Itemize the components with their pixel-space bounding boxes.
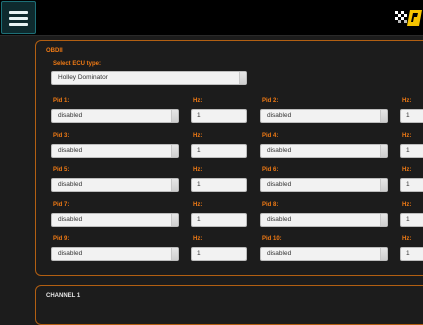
pid-select[interactable]: disabled	[51, 109, 179, 123]
pid-select[interactable]: disabled	[51, 213, 179, 227]
hz-input[interactable]: 1	[191, 178, 247, 192]
ecu-type-label: Select ECU type:	[53, 61, 102, 67]
channel-1-panel: CHANNEL 1	[35, 285, 423, 325]
pid-select[interactable]: disabled	[260, 178, 388, 192]
hamburger-menu-icon[interactable]	[1, 1, 36, 34]
pid-select[interactable]: disabled	[260, 109, 388, 123]
checkered-flag-logo	[395, 10, 422, 26]
hz-label: Hz:	[402, 236, 412, 242]
pid-select[interactable]: disabled	[51, 144, 179, 158]
hz-label: Hz:	[402, 167, 412, 173]
hz-label: Hz:	[402, 202, 412, 208]
menu-bar-line	[9, 23, 28, 26]
hz-input[interactable]: 1	[400, 178, 423, 192]
obdii-panel: OBDII Select ECU type: Holley Dominator …	[35, 40, 423, 276]
pid-select[interactable]: disabled	[51, 178, 179, 192]
hz-input[interactable]: 1	[400, 247, 423, 261]
hz-label: Hz:	[193, 202, 203, 208]
hz-label: Hz:	[402, 133, 412, 139]
top-bar	[0, 0, 423, 36]
hz-input[interactable]: 1	[191, 109, 247, 123]
hz-label: Hz:	[193, 98, 203, 104]
menu-bar-line	[9, 11, 28, 14]
menu-bar-line	[9, 17, 28, 20]
pid-label: Pid 8:	[262, 202, 279, 208]
hz-input[interactable]: 1	[400, 213, 423, 227]
section-title-channel-1: CHANNEL 1	[46, 293, 81, 299]
pid-label: Pid 3:	[53, 133, 70, 139]
pid-label: Pid 1:	[53, 98, 70, 104]
pid-label: Pid 5:	[53, 167, 70, 173]
pid-label: Pid 4:	[262, 133, 279, 139]
pid-label: Pid 6:	[262, 167, 279, 173]
pid-select[interactable]: disabled	[51, 247, 179, 261]
hz-input[interactable]: 1	[400, 109, 423, 123]
section-title-obdii: OBDII	[46, 48, 63, 54]
hz-input[interactable]: 1	[191, 213, 247, 227]
pid-select[interactable]: disabled	[260, 144, 388, 158]
pid-label: Pid 2:	[262, 98, 279, 104]
pid-label: Pid 7:	[53, 202, 70, 208]
pid-label: Pid 9:	[53, 236, 70, 242]
hz-input[interactable]: 1	[191, 144, 247, 158]
ecu-type-select[interactable]: Holley Dominator	[51, 71, 247, 85]
pid-label: Pid 10:	[262, 236, 282, 242]
hz-input[interactable]: 1	[191, 247, 247, 261]
hz-label: Hz:	[193, 133, 203, 139]
hz-label: Hz:	[193, 236, 203, 242]
pid-select[interactable]: disabled	[260, 247, 388, 261]
pid-select[interactable]: disabled	[260, 213, 388, 227]
hz-label: Hz:	[402, 98, 412, 104]
hz-label: Hz:	[193, 167, 203, 173]
hz-input[interactable]: 1	[400, 144, 423, 158]
